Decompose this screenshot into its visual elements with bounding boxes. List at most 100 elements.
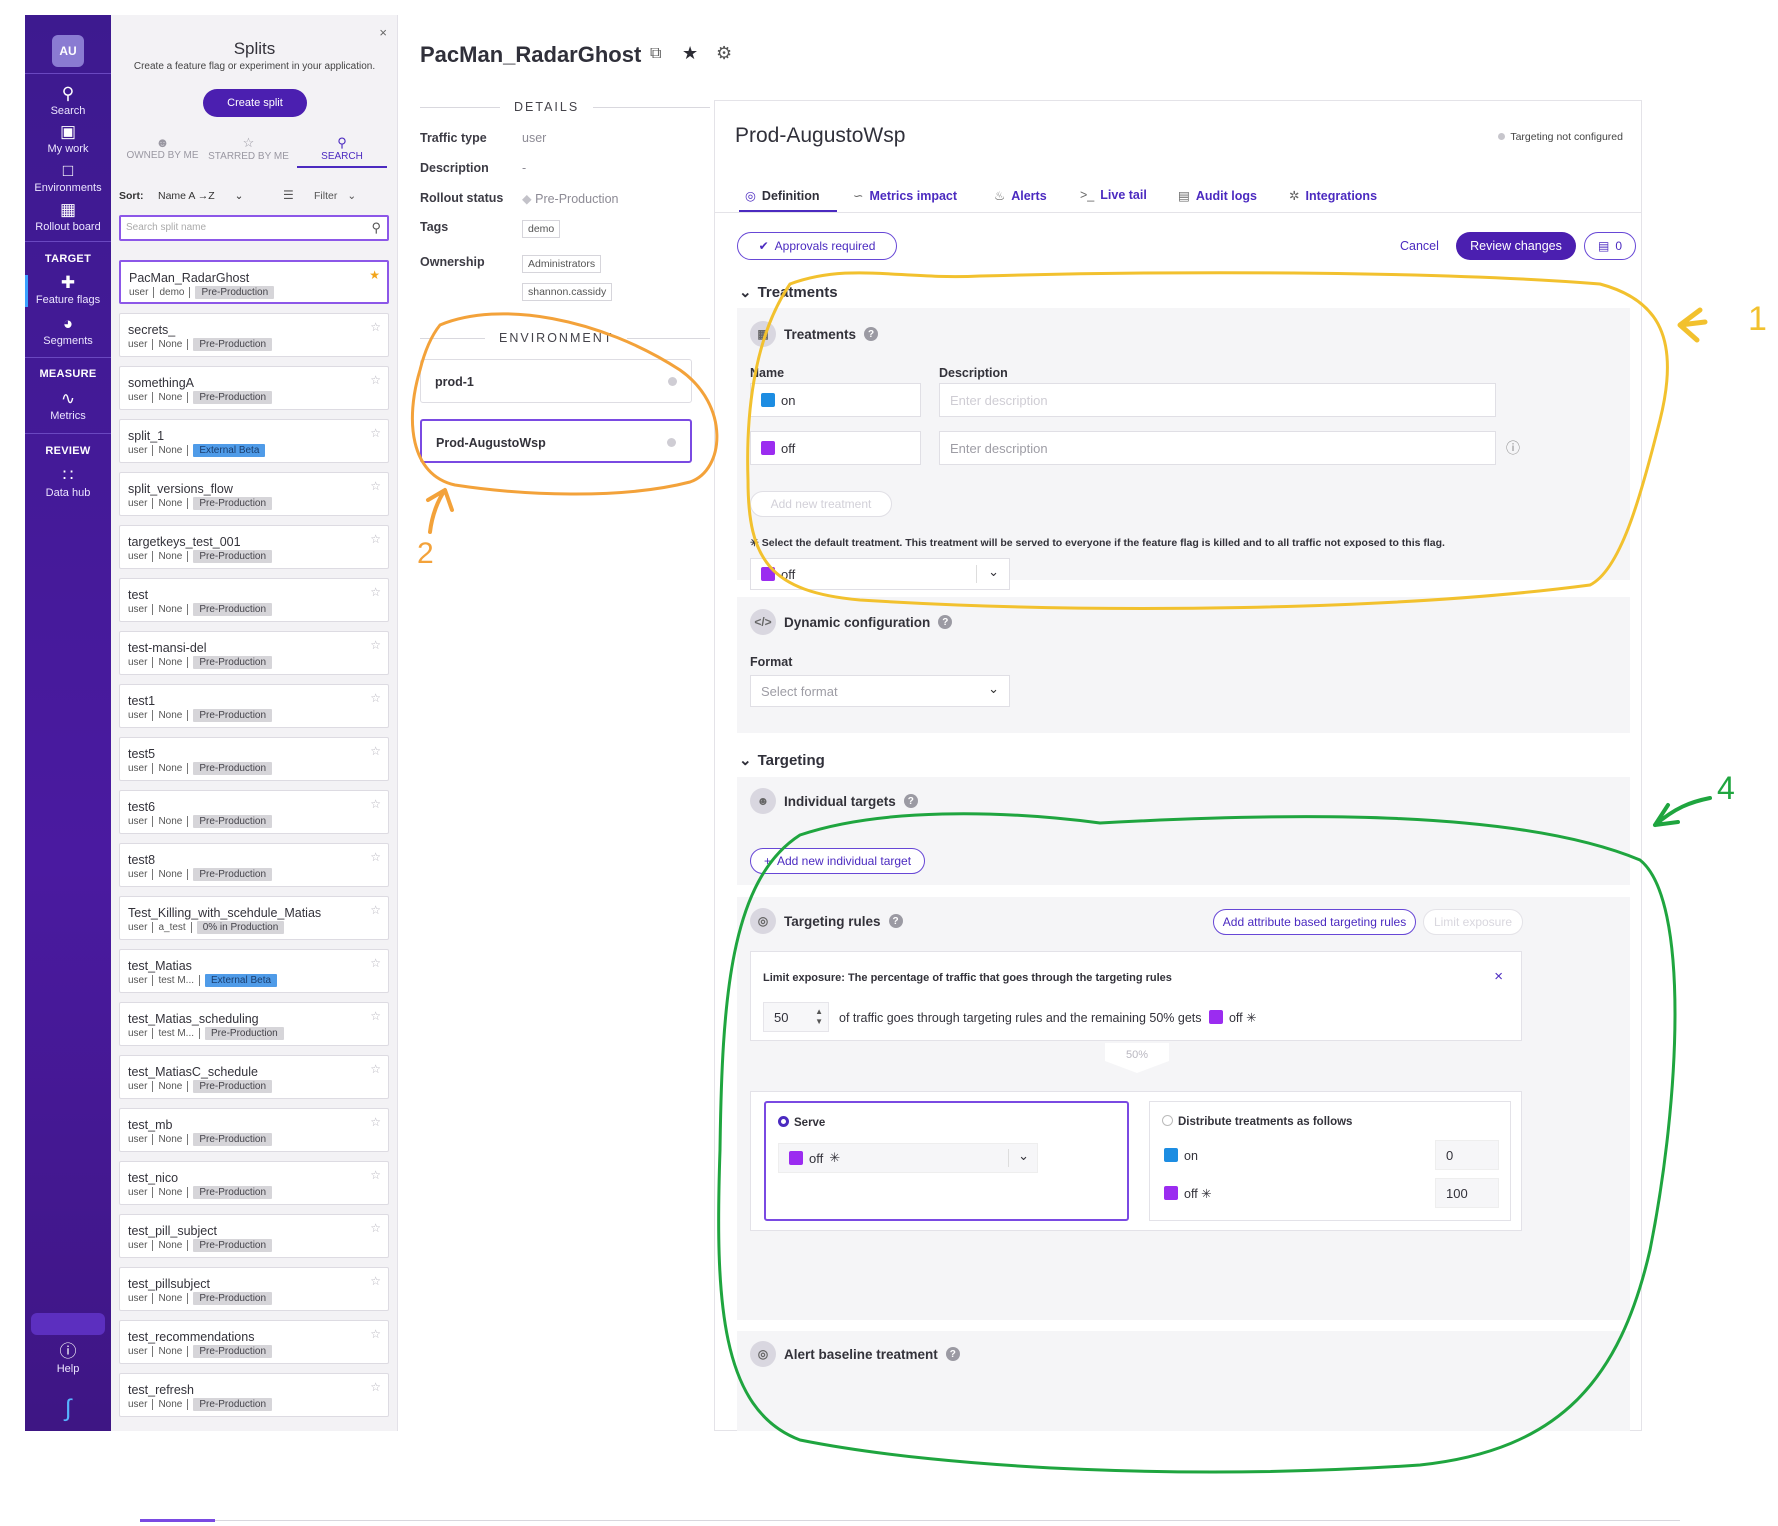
env-card-prod-augustowsp[interactable]: Prod-AugustoWsp <box>420 419 692 463</box>
split-list-item[interactable]: test_refresh user None Pre-Production ☆ <box>119 1373 389 1417</box>
approvals-required-button[interactable]: ✔ Approvals required <box>737 232 897 260</box>
star-icon[interactable]: ★ <box>369 268 380 282</box>
tab-live-tail[interactable]: >_ Live tail <box>1080 188 1147 202</box>
nav-segments[interactable]: ◕ Segments <box>25 315 111 348</box>
serve-option[interactable]: Serve off ✳ ⌄ <box>764 1101 1129 1221</box>
split-list-item[interactable]: secrets_ user None Pre-Production ☆ <box>119 313 389 357</box>
star-icon[interactable]: ☆ <box>370 320 381 334</box>
star-icon[interactable]: ☆ <box>370 850 381 864</box>
star-icon[interactable]: ☆ <box>370 1221 381 1235</box>
treatment-name-input[interactable]: off <box>750 431 921 465</box>
distribute-radio[interactable]: Distribute treatments as follows <box>1162 1115 1352 1128</box>
default-treatment-select[interactable]: off ⌄ <box>750 558 1010 590</box>
treatment-description-input[interactable]: Enter description <box>939 431 1496 465</box>
distribute-percent-input[interactable]: 100 <box>1435 1178 1499 1208</box>
star-icon[interactable]: ☆ <box>370 585 381 599</box>
star-icon[interactable]: ☆ <box>370 903 381 917</box>
split-list-item[interactable]: test-mansi-del user None Pre-Production ☆ <box>119 631 389 675</box>
targeting-section-toggle[interactable]: ⌄ Targeting <box>739 751 825 769</box>
gear-icon[interactable]: ⚙ <box>716 43 732 64</box>
split-list-item[interactable]: split_versions_flow user None Pre-Productio… <box>119 472 389 516</box>
star-icon[interactable]: ☆ <box>370 1115 381 1129</box>
serve-radio[interactable]: Serve <box>778 1116 825 1129</box>
close-icon[interactable]: × <box>379 25 387 40</box>
star-icon[interactable]: ☆ <box>370 1274 381 1288</box>
stepper-icon[interactable]: ▲ ▼ <box>815 1007 823 1027</box>
tab-alerts[interactable]: ♨ Alerts <box>994 188 1047 203</box>
add-treatment-button[interactable]: Add new treatment <box>750 491 892 517</box>
nav-rollout-board[interactable]: ▦ Rollout board <box>25 201 111 234</box>
nav-data-hub[interactable]: ∷ Data hub <box>25 467 111 500</box>
tab-starred-by-me[interactable]: ☆ STARRED BY ME <box>206 135 291 162</box>
nav-search[interactable]: ⚲ Search <box>25 85 111 118</box>
tab-owned-by-me[interactable]: ☻ OWNED BY ME <box>125 135 200 161</box>
tab-definition[interactable]: ◎ Definition <box>745 188 820 203</box>
star-icon[interactable]: ☆ <box>370 691 381 705</box>
avatar[interactable]: AU <box>52 35 84 67</box>
star-icon[interactable]: ☆ <box>370 1327 381 1341</box>
star-icon[interactable]: ☆ <box>370 1009 381 1023</box>
split-list-item[interactable]: test user None Pre-Production ☆ <box>119 578 389 622</box>
split-list-item[interactable]: test_Matias_scheduling user test M... Pre-P… <box>119 1002 389 1046</box>
add-individual-target-button[interactable]: + Add new individual target <box>750 848 925 874</box>
tab-metrics-impact[interactable]: ∽ Metrics impact <box>853 188 957 203</box>
treatment-description-input[interactable]: Enter description <box>939 383 1496 417</box>
split-list-item[interactable]: test_pillsubject user None Pre-Production ☆ <box>119 1267 389 1311</box>
star-icon[interactable]: ☆ <box>370 1168 381 1182</box>
nav-help[interactable]: ⓘ Help <box>25 1343 111 1376</box>
review-changes-button[interactable]: Review changes <box>1456 232 1576 260</box>
star-icon[interactable]: ☆ <box>370 638 381 652</box>
tab-audit-logs[interactable]: ▤ Audit logs <box>1178 188 1257 203</box>
limit-exposure-button[interactable]: Limit exposure <box>1423 909 1523 935</box>
nav-metrics[interactable]: ∿ Metrics <box>25 390 111 423</box>
split-list-item[interactable]: targetkeys_test_001 user None Pre-Productio… <box>119 525 389 569</box>
cancel-button[interactable]: Cancel <box>1400 239 1439 253</box>
star-icon[interactable]: ☆ <box>370 1380 381 1394</box>
treatment-name-input[interactable]: on <box>750 383 921 417</box>
star-icon[interactable]: ☆ <box>370 744 381 758</box>
split-list-item[interactable]: split_1 user None External Beta ☆ <box>119 419 389 463</box>
split-list-item[interactable]: test5 user None Pre-Production ☆ <box>119 737 389 781</box>
split-list-item[interactable]: test_pill_subject user None Pre-Production ☆ <box>119 1214 389 1258</box>
distribute-percent-input[interactable]: 0 <box>1435 1140 1499 1170</box>
star-icon[interactable]: ☆ <box>370 1062 381 1076</box>
split-list-item[interactable]: test_mb user None Pre-Production ☆ <box>119 1108 389 1152</box>
star-icon[interactable]: ☆ <box>370 532 381 546</box>
star-icon[interactable]: ☆ <box>370 426 381 440</box>
filter-button[interactable]: Filter ⌄ <box>314 190 356 202</box>
split-list-item[interactable]: test_nico user None Pre-Production ☆ <box>119 1161 389 1205</box>
treatments-section-toggle[interactable]: ⌄ Treatments <box>739 283 838 301</box>
star-icon[interactable]: ☆ <box>370 956 381 970</box>
tab-search[interactable]: ⚲ SEARCH <box>297 135 387 168</box>
split-list-item[interactable]: somethingA user None Pre-Production ☆ <box>119 366 389 410</box>
star-icon[interactable]: ☆ <box>370 479 381 493</box>
serve-treatment-select[interactable]: off ✳ ⌄ <box>778 1143 1038 1173</box>
nav-notice[interactable] <box>31 1313 105 1335</box>
nav-my-work[interactable]: ▣ My work <box>25 123 111 156</box>
rollout-status-value[interactable]: ◆ Pre-Production <box>522 191 618 206</box>
star-icon[interactable]: ☆ <box>370 797 381 811</box>
copy-icon[interactable]: ⧉ <box>650 45 661 63</box>
close-icon[interactable]: × <box>1494 968 1503 985</box>
create-split-button[interactable]: Create split <box>203 89 307 117</box>
split-list-item[interactable]: Test_Killing_with_scehdule_Matias user a_t… <box>119 896 389 940</box>
split-list-item[interactable]: test8 user None Pre-Production ☆ <box>119 843 389 887</box>
filter-sliders-icon[interactable]: ☰ <box>283 188 294 202</box>
limit-exposure-input[interactable]: 50 ▲ ▼ <box>763 1002 829 1032</box>
split-list-item[interactable]: PacMan_RadarGhost user demo Pre-Production ★ <box>119 260 389 304</box>
split-list-item[interactable]: test6 user None Pre-Production ☆ <box>119 790 389 834</box>
star-icon[interactable]: ★ <box>682 43 698 64</box>
search-split-input[interactable]: Search split name ⚲ <box>119 215 389 241</box>
distribute-option[interactable]: Distribute treatments as follows on 0 of… <box>1149 1101 1511 1221</box>
change-count-button[interactable]: ▤ 0 <box>1584 232 1636 260</box>
format-select[interactable]: Select format ⌄ <box>750 675 1010 707</box>
env-card-prod-1[interactable]: prod-1 <box>420 359 692 403</box>
nav-environments[interactable]: □ Environments <box>25 162 111 195</box>
split-list-item[interactable]: test_MatiasC_schedule user None Pre-Product… <box>119 1055 389 1099</box>
split-list-item[interactable]: test_recommendations user None Pre-Producti… <box>119 1320 389 1364</box>
add-attribute-rules-button[interactable]: Add attribute based targeting rules <box>1213 909 1416 935</box>
star-icon[interactable]: ☆ <box>370 373 381 387</box>
tab-integrations[interactable]: ✲ Integrations <box>1289 188 1377 203</box>
sort-select[interactable]: Name A →Z ⌄ <box>158 190 243 202</box>
split-list-item[interactable]: test_Matias user test M... External Beta ☆ <box>119 949 389 993</box>
